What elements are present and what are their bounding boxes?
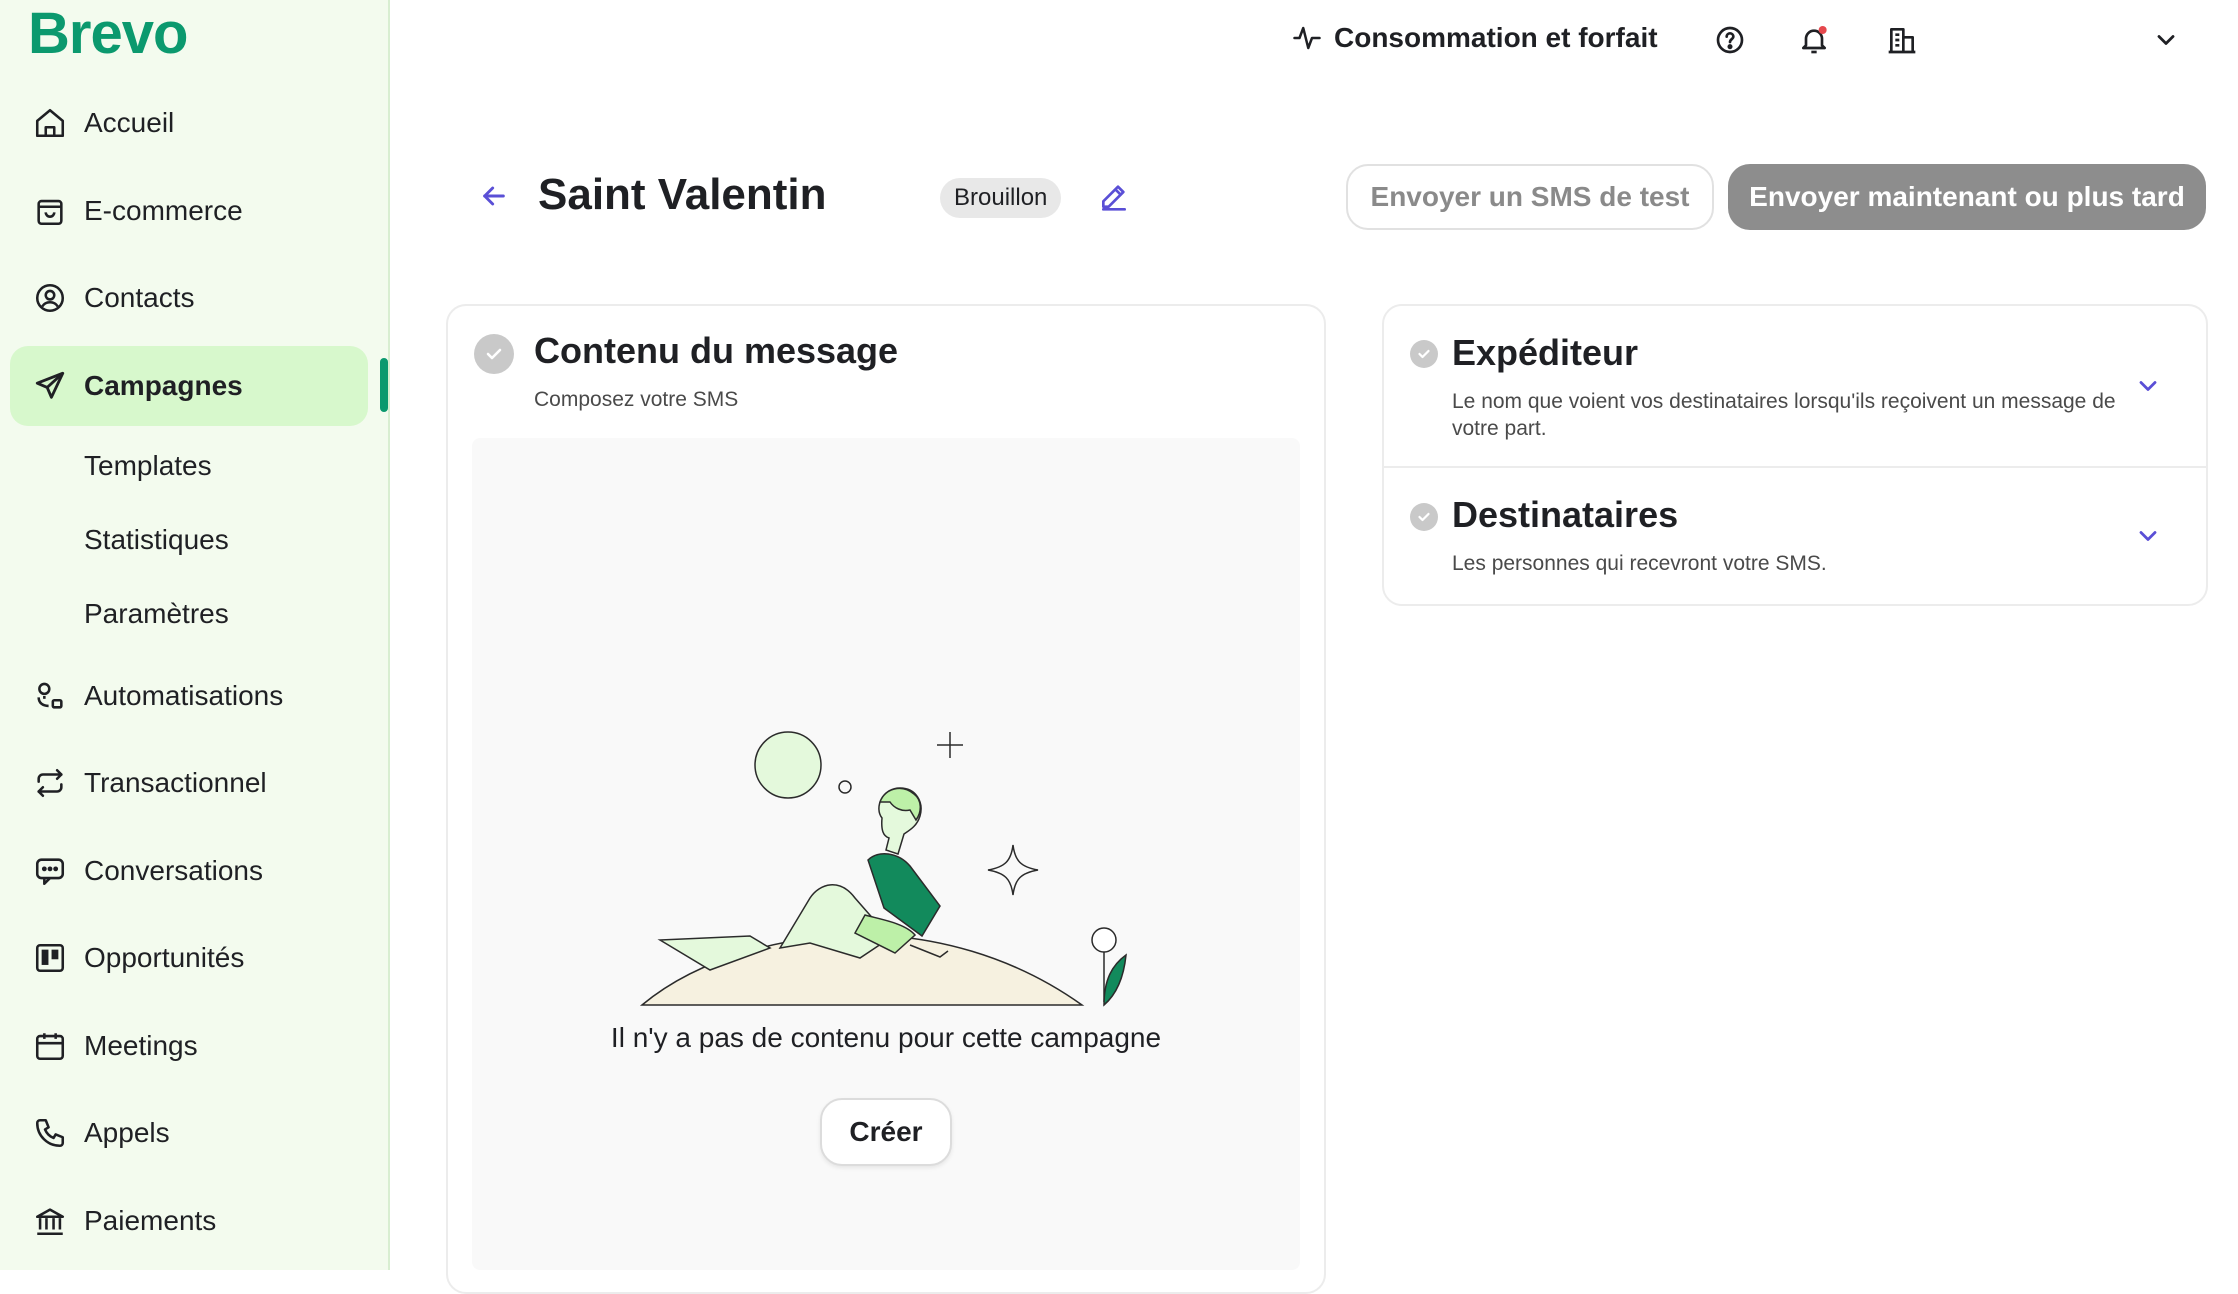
activity-icon	[1292, 23, 1322, 53]
sidebar-item-ecommerce[interactable]: E-commerce	[10, 171, 368, 251]
sidebar-item-appels[interactable]: Appels	[10, 1093, 368, 1173]
check-icon	[1410, 503, 1438, 531]
sidebar-item-label: Campagnes	[84, 370, 243, 401]
chevron-down-icon[interactable]	[2134, 372, 2162, 405]
status-badge: Brouillon	[940, 178, 1062, 218]
automation-icon	[30, 676, 70, 716]
sidebar-item-campagnes[interactable]: Campagnes	[10, 346, 368, 426]
usage-label: Consommation et forfait	[1334, 22, 1658, 53]
usage-link[interactable]: Consommation et forfait	[1292, 22, 1658, 54]
message-card-title: Contenu du message	[534, 330, 899, 371]
sidebar-item-conversations[interactable]: Conversations	[10, 831, 368, 911]
chevron-down-icon[interactable]	[2134, 522, 2162, 555]
kanban-icon	[30, 938, 70, 978]
building-icon[interactable]	[1886, 24, 1918, 56]
sidebar-item-transactionnel[interactable]: Transactionnel	[10, 743, 368, 823]
sidebar-item-label: Conversations	[84, 855, 263, 886]
empty-state-text: Il n'y a pas de contenu pour cette campa…	[610, 1022, 1162, 1053]
user-circle-icon	[30, 278, 70, 318]
edit-pencil-icon[interactable]	[1098, 180, 1130, 217]
sidebar-subitem-parametres[interactable]: Paramètres	[84, 598, 229, 630]
shopping-bag-icon	[30, 191, 70, 231]
sidebar-item-label: E-commerce	[84, 195, 243, 226]
sidebar-item-label: Transactionnel	[84, 767, 267, 798]
send-now-or-later-button[interactable]: Envoyer maintenant ou plus tard	[1728, 164, 2206, 230]
active-indicator	[380, 358, 388, 412]
sidebar-item-label: Paiements	[84, 1205, 217, 1236]
help-icon[interactable]	[1714, 24, 1746, 56]
chevron-down-icon[interactable]	[2152, 26, 2180, 54]
sidebar-item-contacts[interactable]: Contacts	[10, 258, 368, 338]
sidebar-item-label: Contacts	[84, 282, 195, 313]
sidebar-item-opportunites[interactable]: Opportunités	[10, 918, 368, 998]
section-divider	[1382, 466, 2206, 468]
send-test-sms-button[interactable]: Envoyer un SMS de test	[1346, 164, 1714, 230]
home-icon	[30, 103, 70, 143]
sidebar-subitem-statistiques[interactable]: Statistiques	[84, 524, 229, 556]
sidebar-item-accueil[interactable]: Accueil	[10, 83, 368, 163]
empty-state-illustration	[639, 731, 1127, 1007]
page-title: Saint Valentin	[538, 170, 827, 219]
recipients-section-description: Les personnes qui recevront votre SMS.	[1452, 552, 1827, 575]
message-card-subtitle: Composez votre SMS	[534, 388, 739, 411]
create-button[interactable]: Créer	[820, 1098, 952, 1166]
sender-section-description: Le nom que voient vos destinataires lors…	[1452, 390, 2116, 440]
sidebar: Brevo Accueil E-commerce Contacts Campag…	[0, 0, 390, 1270]
sidebar-item-label: Accueil	[84, 107, 175, 138]
check-icon	[474, 334, 514, 374]
sidebar-item-label: Appels	[84, 1117, 170, 1148]
sidebar-item-meetings[interactable]: Meetings	[10, 1006, 368, 1086]
sidebar-item-label: Opportunités	[84, 942, 245, 973]
calendar-icon	[30, 1026, 70, 1066]
back-arrow-icon[interactable]	[478, 180, 510, 217]
bank-icon	[30, 1201, 70, 1241]
brevo-logo[interactable]: Brevo	[28, 0, 188, 67]
sidebar-item-automatisations[interactable]: Automatisations	[10, 656, 368, 736]
bell-icon[interactable]	[1798, 24, 1830, 56]
sidebar-item-label: Meetings	[84, 1030, 198, 1061]
sidebar-subitem-templates[interactable]: Templates	[84, 450, 212, 482]
arrows-swap-icon	[30, 763, 70, 803]
recipients-section-title[interactable]: Destinataires	[1452, 494, 1678, 536]
phone-icon	[30, 1113, 70, 1153]
sender-section-title[interactable]: Expéditeur	[1452, 332, 1638, 374]
paper-plane-icon	[30, 366, 70, 406]
sidebar-item-label: Automatisations	[84, 680, 284, 711]
sidebar-item-paiements[interactable]: Paiements	[10, 1181, 368, 1261]
chat-icon	[30, 851, 70, 891]
check-icon	[1410, 340, 1438, 368]
